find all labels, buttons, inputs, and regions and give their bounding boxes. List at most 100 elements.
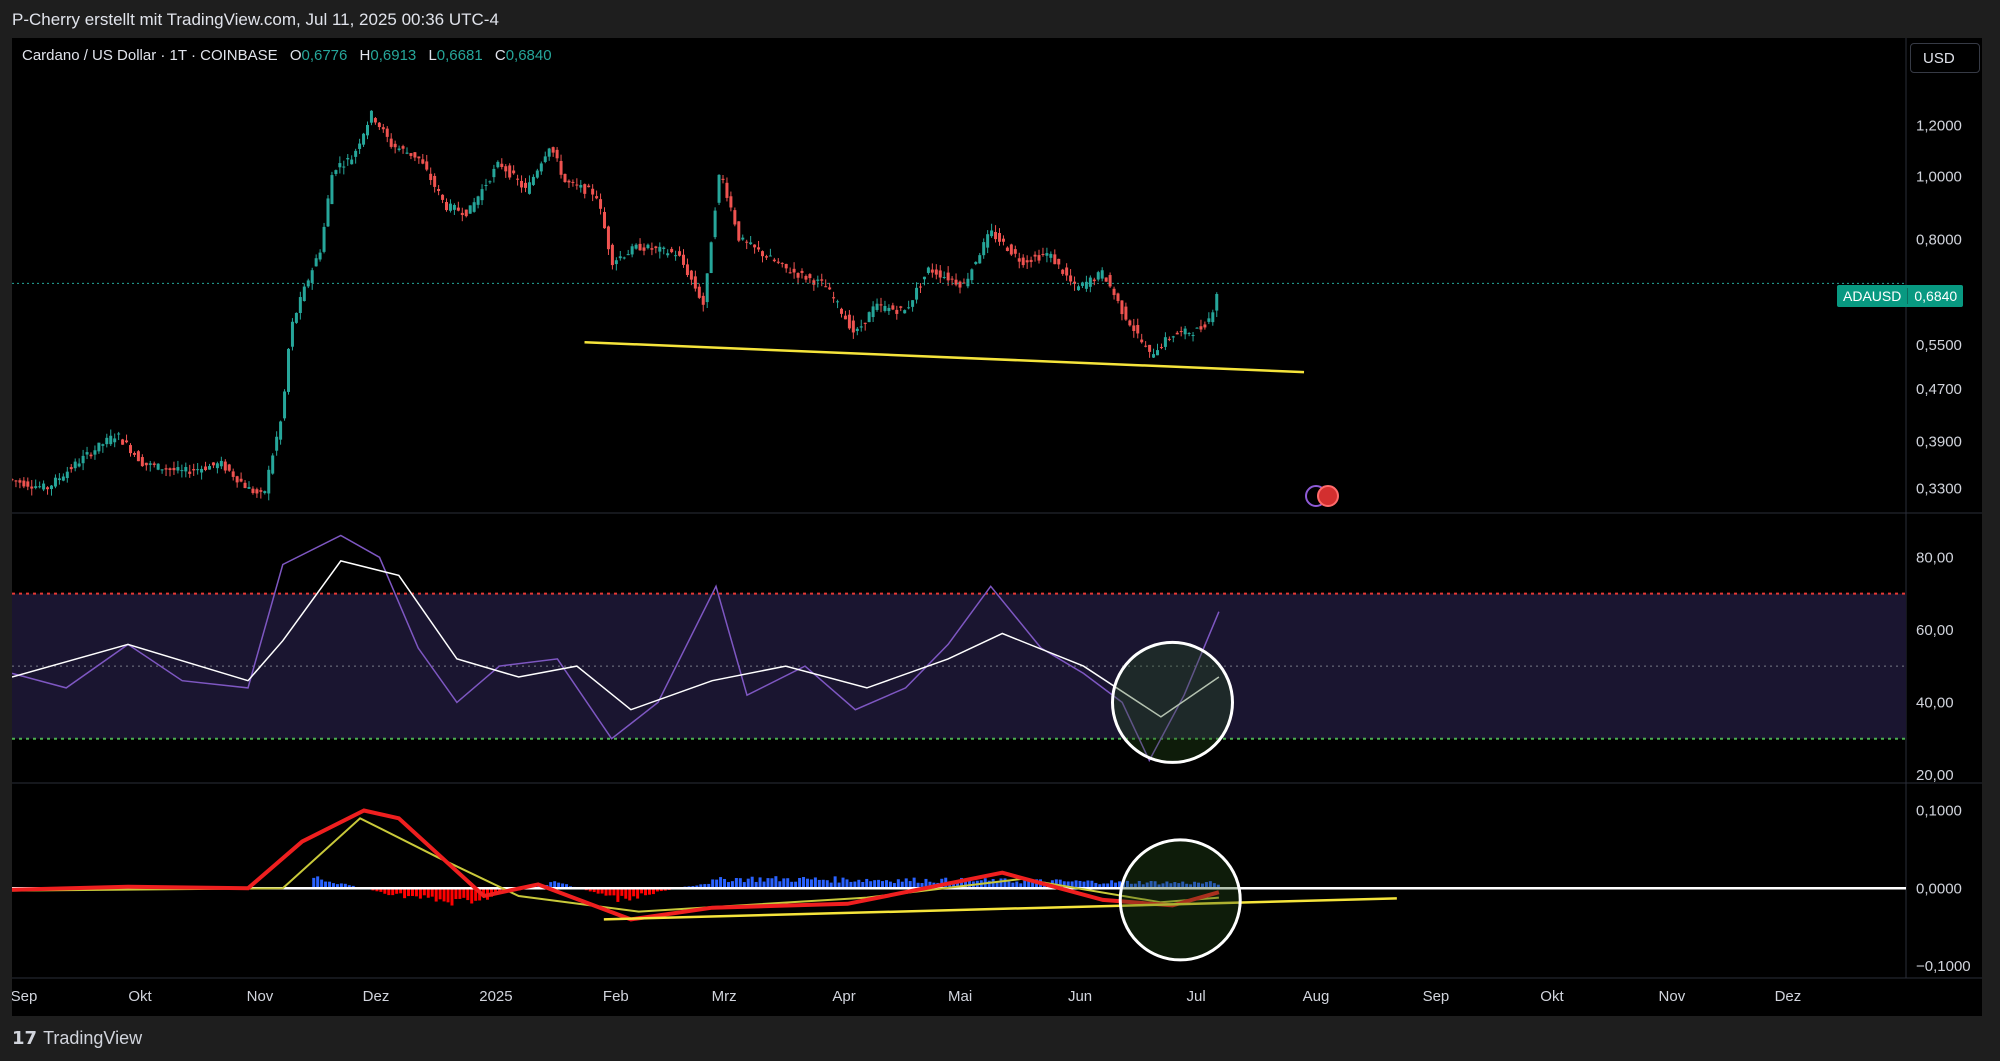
candle-body — [85, 452, 89, 455]
candle-body — [1021, 257, 1025, 266]
candle-body — [808, 274, 812, 279]
candle-body — [97, 442, 101, 452]
candle-body — [994, 231, 998, 240]
candle-body — [476, 196, 480, 205]
candle-body — [334, 170, 338, 174]
candle-body — [654, 246, 658, 249]
candle-body — [1009, 244, 1013, 255]
candle-body — [385, 128, 389, 137]
candle-body — [678, 251, 682, 256]
snapshot-caption: P-Cherry erstellt mit TradingView.com, J… — [12, 10, 499, 29]
candle-body — [227, 464, 231, 471]
candle-body — [275, 436, 279, 451]
candle-body — [429, 173, 433, 181]
candle-body — [1108, 275, 1112, 287]
candle-body — [480, 189, 484, 201]
candle-body — [211, 462, 215, 466]
currency-button[interactable]: USD — [1910, 43, 1980, 73]
candle-body — [907, 307, 911, 309]
candle-body — [915, 287, 919, 300]
candle-body — [863, 322, 867, 324]
candle-body — [903, 310, 907, 314]
symbol-name: Cardano / US Dollar · 1T · COINBASE — [22, 47, 278, 64]
price-tag-symbol: ADAUSD — [1837, 288, 1909, 304]
candle-body — [836, 301, 840, 303]
macd-histogram-bar — [628, 888, 632, 901]
candle-body — [547, 148, 551, 157]
candle-body — [1065, 267, 1069, 276]
candle-body — [148, 463, 152, 465]
candle-body — [204, 466, 208, 470]
symbol-legend: Cardano / US Dollar · 1T · COINBASE O0,6… — [22, 47, 552, 64]
candle-body — [377, 122, 381, 128]
macd-signal-line — [12, 817, 1219, 913]
candle-body — [259, 490, 263, 492]
macd-histogram-bar — [805, 878, 809, 889]
candle-body — [970, 269, 974, 281]
candle-body — [504, 166, 508, 172]
candle-body — [674, 255, 678, 257]
top-bar: P-Cherry erstellt mit TradingView.com, J… — [0, 0, 2000, 38]
candle-body — [891, 305, 895, 310]
rsi-tick-label: 20,00 — [1916, 767, 1954, 784]
candle-body — [630, 246, 634, 255]
macd-histogram-bar — [320, 879, 324, 889]
candle-body — [1152, 354, 1156, 358]
candle-body — [267, 469, 271, 494]
price-tick-label: 0,4700 — [1916, 381, 1962, 398]
candle-body — [958, 281, 962, 288]
macd-histogram-bar — [833, 876, 837, 889]
candle-body — [409, 153, 413, 156]
candle-body — [279, 421, 283, 440]
candle-body — [1041, 253, 1045, 255]
candle-body — [1096, 272, 1100, 280]
candle-body — [772, 259, 776, 262]
macd-histogram-bar — [458, 888, 462, 899]
candle-body — [713, 210, 717, 238]
macd-histogram-bar — [438, 888, 442, 900]
candle-body — [310, 270, 314, 283]
candle-body — [121, 439, 125, 445]
candle-body — [847, 314, 851, 329]
candle-body — [879, 304, 883, 306]
macd-histogram-bar — [711, 879, 715, 889]
candle-body — [26, 481, 30, 487]
candle-body — [524, 182, 527, 188]
candle-body — [1037, 255, 1041, 261]
macd-histogram-bar — [719, 877, 723, 889]
candle-body — [622, 257, 626, 259]
candle-body — [140, 457, 144, 467]
macd-histogram-bar — [746, 878, 750, 889]
candle-body — [551, 147, 555, 153]
candle-body — [974, 261, 978, 265]
candle-body — [1120, 300, 1124, 315]
candle-body — [433, 175, 437, 187]
time-tick-label: Nov — [1659, 988, 1686, 1005]
candle-body — [792, 268, 796, 273]
candle-body — [555, 149, 559, 159]
candle-body — [662, 247, 666, 249]
candle-body — [318, 252, 322, 260]
candle-body — [563, 173, 567, 183]
candle-body — [235, 476, 239, 483]
candle-body — [12, 479, 14, 481]
chart-area[interactable]: 1,20001,00000,80000,65000,55000,47000,39… — [12, 38, 1982, 1016]
candle-body — [488, 181, 492, 183]
candle-body — [591, 188, 595, 195]
macd-histogram-bar — [798, 877, 802, 889]
macd-histogram-bar — [454, 888, 458, 900]
candle-body — [65, 471, 69, 479]
candle-body — [745, 241, 749, 243]
candle-body — [1033, 254, 1037, 257]
candle-body — [599, 199, 603, 209]
tradingview-logo[interactable]: 17 TradingView — [12, 1028, 142, 1049]
time-tick-label: Jul — [1187, 988, 1206, 1005]
time-tick-label: Feb — [603, 988, 629, 1005]
candle-body — [579, 185, 583, 188]
tradingview-brand: TradingView — [43, 1028, 143, 1048]
candle-body — [192, 469, 196, 471]
candle-body — [527, 182, 531, 194]
candle-body — [322, 226, 326, 252]
candle-body — [1183, 328, 1187, 335]
candle-body — [1057, 258, 1061, 265]
